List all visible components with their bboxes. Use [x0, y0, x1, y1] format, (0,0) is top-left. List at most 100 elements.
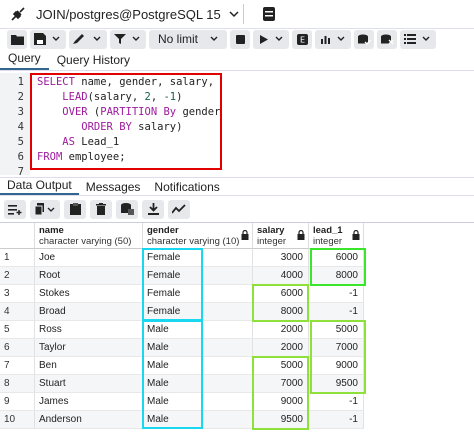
explain-analyze-button[interactable] — [315, 29, 352, 49]
divider — [242, 4, 244, 24]
cell-lead_1[interactable]: 8000 — [309, 267, 364, 285]
cell-lead_1[interactable]: 5000 — [309, 321, 364, 339]
tab-notifications[interactable]: Notifications — [147, 180, 226, 194]
cell-gender[interactable]: Female — [143, 303, 253, 321]
cell-gender[interactable]: Female — [143, 249, 253, 267]
edit-button[interactable] — [69, 29, 107, 49]
table-row[interactable]: 4 Broad Female 8000 -1 — [0, 303, 364, 321]
save-data-button[interactable] — [116, 199, 138, 219]
cell-gender[interactable]: Male — [143, 375, 253, 393]
cell-name[interactable]: Anderson — [35, 411, 143, 429]
filter-button[interactable] — [110, 29, 146, 49]
cell-name[interactable]: Root — [35, 267, 143, 285]
cell-salary[interactable]: 2000 — [253, 321, 309, 339]
table-row[interactable]: 9 James Male 9000 -1 — [0, 393, 364, 411]
tab-data-output[interactable]: Data Output — [0, 178, 79, 195]
cell-name[interactable]: James — [35, 393, 143, 411]
cell-lead_1[interactable]: -1 — [309, 285, 364, 303]
explain-button[interactable]: E — [292, 29, 313, 49]
cell-salary[interactable]: 6000 — [253, 285, 309, 303]
cell-salary[interactable]: 2000 — [253, 339, 309, 357]
delete-button[interactable] — [90, 199, 112, 219]
download-button[interactable] — [142, 199, 164, 219]
rollback-button[interactable] — [377, 29, 398, 49]
tab-query-history[interactable]: Query History — [49, 53, 138, 70]
table-row[interactable]: 7 Ben Male 5000 9000 — [0, 357, 364, 375]
commit-button[interactable] — [354, 29, 375, 49]
database-icon[interactable] — [256, 3, 282, 25]
plug-icon[interactable] — [8, 4, 28, 24]
cell-salary[interactable]: 4000 — [253, 267, 309, 285]
chevron-down-icon[interactable] — [90, 31, 104, 48]
row-number: 10 — [0, 411, 35, 429]
line-number: 6 — [17, 151, 24, 163]
macros-button[interactable] — [400, 29, 437, 49]
chevron-down-icon[interactable] — [129, 31, 143, 48]
cell-name[interactable]: Broad — [35, 303, 143, 321]
cell-gender[interactable]: Male — [143, 321, 253, 339]
cell-salary[interactable]: 9500 — [253, 411, 309, 429]
cell-lead_1[interactable]: -1 — [309, 393, 364, 411]
cell-lead_1[interactable]: -1 — [309, 411, 364, 429]
table-row[interactable]: 10 Anderson Male 9500 -1 — [0, 411, 364, 429]
database-check-icon — [357, 31, 371, 48]
graph-visualiser-button[interactable] — [168, 199, 190, 219]
table-row[interactable]: 3 Stokes Female 6000 -1 — [0, 285, 364, 303]
lock-icon — [241, 230, 249, 240]
add-row-button[interactable] — [4, 199, 26, 219]
cell-salary[interactable]: 5000 — [253, 357, 309, 375]
line-number: 2 — [17, 91, 24, 103]
save-button[interactable] — [30, 29, 66, 49]
cell-gender[interactable]: Female — [143, 285, 253, 303]
table-row[interactable]: 5 Ross Male 2000 5000 — [0, 321, 364, 339]
column-header-salary[interactable]: salary integer — [253, 223, 309, 249]
copy-button[interactable] — [30, 199, 60, 219]
column-type: character varying (10) — [147, 236, 240, 247]
cell-lead_1[interactable]: 9500 — [309, 375, 364, 393]
chevron-down-icon[interactable] — [272, 31, 286, 48]
cell-lead_1[interactable]: 6000 — [309, 249, 364, 267]
cell-name[interactable]: Joe — [35, 249, 143, 267]
cell-salary[interactable]: 3000 — [253, 249, 309, 267]
cell-name[interactable]: Taylor — [35, 339, 143, 357]
cell-gender[interactable]: Male — [143, 339, 253, 357]
stop-button[interactable] — [230, 29, 251, 49]
chevron-down-icon[interactable] — [229, 10, 239, 18]
row-number-header — [0, 223, 35, 249]
list-icon — [403, 31, 417, 48]
cell-gender[interactable]: Male — [143, 393, 253, 411]
cell-lead_1[interactable]: -1 — [309, 303, 364, 321]
table-row[interactable]: 2 Root Female 4000 8000 — [0, 267, 364, 285]
tab-messages[interactable]: Messages — [79, 180, 148, 194]
chevron-down-icon[interactable] — [49, 31, 63, 48]
column-header-gender[interactable]: gender character varying (10) — [143, 223, 253, 249]
data-grid: name character varying (50) gender chara… — [0, 222, 474, 441]
cell-lead_1[interactable]: 7000 — [309, 339, 364, 357]
cell-name[interactable]: Stokes — [35, 285, 143, 303]
open-file-button[interactable] — [7, 29, 27, 49]
table-row[interactable]: 1 Joe Female 3000 6000 — [0, 249, 364, 267]
cell-gender[interactable]: Male — [143, 411, 253, 429]
paste-button[interactable] — [64, 199, 86, 219]
table-row[interactable]: 6 Taylor Male 2000 7000 — [0, 339, 364, 357]
execute-button[interactable] — [253, 29, 290, 49]
cell-lead_1[interactable]: 9000 — [309, 357, 364, 375]
row-number: 7 — [0, 357, 35, 375]
column-header-lead-1[interactable]: lead_1 integer — [309, 223, 364, 249]
chevron-down-icon[interactable] — [419, 31, 433, 48]
cell-name[interactable]: Ben — [35, 357, 143, 375]
cell-name[interactable]: Ross — [35, 321, 143, 339]
cell-salary[interactable]: 8000 — [253, 303, 309, 321]
cell-gender[interactable]: Male — [143, 357, 253, 375]
table-row[interactable]: 8 Stuart Male 7000 9500 — [0, 375, 364, 393]
cell-salary[interactable]: 7000 — [253, 375, 309, 393]
row-limit-select[interactable]: No limit — [149, 29, 228, 49]
cell-gender[interactable]: Female — [143, 267, 253, 285]
chevron-down-icon[interactable] — [334, 31, 348, 48]
cell-name[interactable]: Stuart — [35, 375, 143, 393]
line-number: 4 — [17, 121, 24, 133]
cell-salary[interactable]: 9000 — [253, 393, 309, 411]
column-header-name[interactable]: name character varying (50) — [35, 223, 143, 249]
tab-query[interactable]: Query — [0, 51, 49, 70]
connection-label[interactable]: JOIN/postgres@PostgreSQL 15 — [36, 7, 221, 22]
